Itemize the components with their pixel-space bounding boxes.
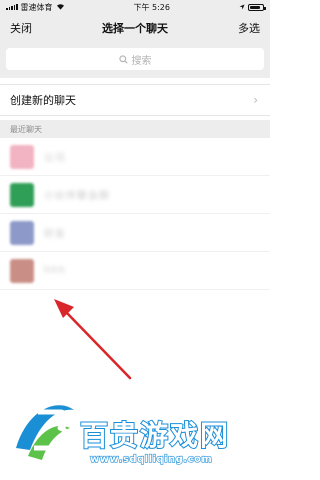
watermark-url: www.sdqlliqing.com	[89, 453, 213, 465]
watermark-title: 百贵游戏网	[79, 418, 231, 453]
site-logo	[16, 405, 74, 460]
watermark: 百贵游戏网 www.sdqlliqing.com	[0, 392, 270, 480]
